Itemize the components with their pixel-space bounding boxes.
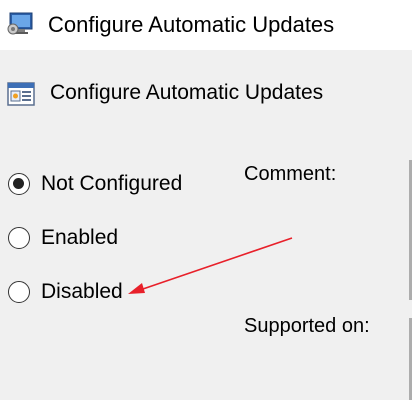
supported-on-label: Supported on:	[244, 315, 370, 337]
radio-disabled[interactable]: Disabled	[8, 277, 123, 307]
radio-button-selected[interactable]	[8, 173, 30, 195]
comment-label: Comment:	[244, 163, 337, 185]
policy-setting-icon	[6, 80, 36, 108]
window-title: Configure Automatic Updates	[48, 12, 335, 37]
radio-button[interactable]	[8, 227, 30, 249]
radio-button[interactable]	[8, 281, 30, 303]
radio-label-not-configured: Not Configured	[41, 172, 183, 195]
radio-enabled[interactable]: Enabled	[8, 223, 118, 253]
policy-settings-icon	[6, 9, 36, 37]
radio-not-configured[interactable]: Not Configured	[8, 169, 182, 199]
annotation-arrow	[128, 237, 293, 294]
radio-label-enabled: Enabled	[41, 226, 119, 249]
policy-dialog: Configure Automatic Updates Configure Au…	[0, 0, 412, 400]
policy-name: Configure Automatic Updates	[50, 81, 324, 104]
title-bar: Configure Automatic Updates	[0, 0, 412, 50]
radio-label-disabled: Disabled	[41, 280, 123, 303]
